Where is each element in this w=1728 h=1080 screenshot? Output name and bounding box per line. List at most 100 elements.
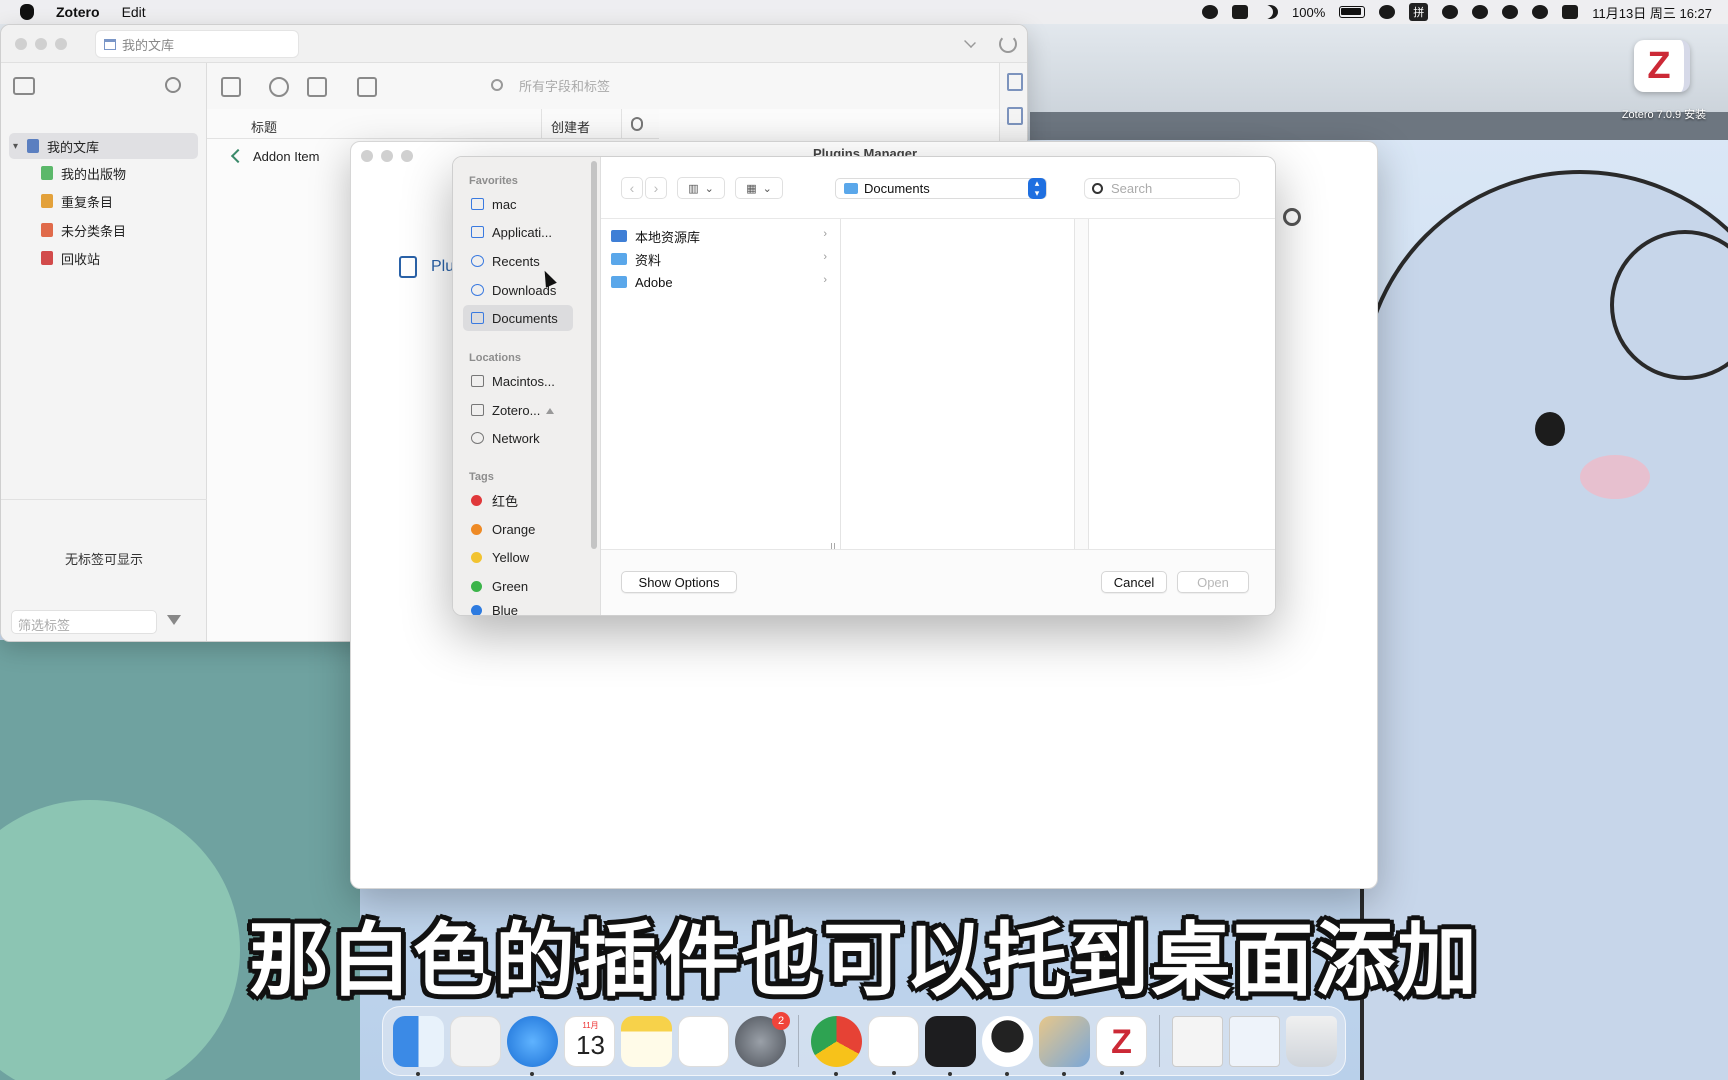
clock-icon bbox=[471, 255, 484, 267]
items-search-input[interactable]: 所有字段和标签 bbox=[479, 71, 659, 99]
chevron-down-icon: ⌄ bbox=[704, 182, 714, 195]
safari-icon[interactable] bbox=[507, 1015, 558, 1076]
wifi-icon[interactable] bbox=[1379, 5, 1396, 19]
collection-search-icon[interactable] bbox=[165, 77, 181, 93]
focus-moon-icon[interactable] bbox=[1262, 5, 1278, 19]
sidebar-item-label: Recents bbox=[492, 253, 540, 269]
tag-selector-divider[interactable] bbox=[1, 499, 207, 500]
close-window-button[interactable] bbox=[15, 38, 27, 50]
qq-icon[interactable] bbox=[982, 1015, 1033, 1076]
column-title[interactable]: 标题 bbox=[251, 117, 277, 136]
list-item[interactable]: 资料 › bbox=[611, 248, 827, 270]
list-item[interactable]: Adobe › bbox=[611, 271, 827, 293]
photos-icon[interactable] bbox=[868, 1015, 919, 1075]
sidebar-tag-orange[interactable]: Orange bbox=[463, 516, 573, 542]
preview-icon[interactable] bbox=[1039, 1015, 1090, 1076]
new-item-icon[interactable] bbox=[221, 77, 241, 97]
spotlight-search-icon[interactable] bbox=[1442, 5, 1459, 19]
launchpad-icon[interactable] bbox=[450, 1015, 501, 1067]
open-button[interactable]: Open bbox=[1177, 571, 1249, 593]
view-mode-button[interactable]: ▥ ⌄ bbox=[677, 177, 725, 199]
qq-status-icon[interactable] bbox=[1202, 5, 1219, 19]
menubar-clock[interactable]: 11月13日 周三 16:27 bbox=[1592, 3, 1712, 22]
list-item[interactable]: 本地资源库 › bbox=[611, 225, 827, 247]
running-indicator bbox=[948, 1071, 952, 1076]
sidebar-item-downloads[interactable]: Downloads bbox=[463, 277, 573, 303]
tag-filter-input[interactable]: 筛选标签 bbox=[11, 610, 157, 634]
sidebar-scrollbar[interactable] bbox=[591, 161, 597, 549]
abstract-pane-icon[interactable] bbox=[1007, 107, 1023, 125]
pause-status-icon[interactable] bbox=[1502, 5, 1519, 19]
finder-icon[interactable] bbox=[393, 1015, 444, 1076]
pen-status-icon[interactable] bbox=[1472, 5, 1489, 19]
menu-edit[interactable]: Edit bbox=[122, 4, 146, 20]
window-thumb-icon[interactable] bbox=[1229, 1015, 1280, 1067]
location-popup[interactable]: Documents ▴ ▾ bbox=[835, 178, 1047, 199]
column-creator[interactable]: 创建者 bbox=[551, 117, 590, 136]
running-indicator bbox=[1005, 1071, 1009, 1076]
tree-item-duplicates[interactable]: 重复条目 bbox=[9, 188, 198, 214]
forward-button[interactable]: › bbox=[645, 177, 667, 199]
sync-icon[interactable] bbox=[999, 35, 1017, 53]
minimize-window-button[interactable] bbox=[35, 38, 47, 50]
calendar-icon[interactable]: 11月 13 bbox=[564, 1015, 615, 1067]
library-tab[interactable]: 我的文库 bbox=[95, 30, 299, 58]
tag-filter-funnel-icon[interactable] bbox=[167, 615, 181, 629]
sidebar-item-documents[interactable]: Documents bbox=[463, 305, 573, 331]
settings-icon[interactable]: 2 bbox=[735, 1011, 790, 1067]
chrome-icon[interactable] bbox=[811, 1015, 862, 1076]
sidebar-item-zotero-volume[interactable]: Zotero... bbox=[463, 397, 573, 423]
column-separator[interactable] bbox=[541, 109, 542, 139]
menu-app-name[interactable]: Zotero bbox=[56, 4, 100, 20]
reminders-icon[interactable] bbox=[678, 1015, 729, 1067]
items-toolbar: 所有字段和标签 bbox=[207, 63, 999, 109]
record-status-icon[interactable] bbox=[1532, 5, 1549, 19]
sidebar-item-network[interactable]: Network bbox=[463, 425, 573, 451]
apple-menu-icon[interactable] bbox=[20, 4, 34, 20]
sidebar-item-recents[interactable]: Recents bbox=[463, 248, 573, 274]
info-pane-icon[interactable] bbox=[1007, 73, 1023, 91]
new-collection-icon[interactable] bbox=[13, 77, 35, 95]
sidebar-item-macintosh[interactable]: Macintos... bbox=[463, 368, 573, 394]
input-method-icon[interactable]: 拼 bbox=[1409, 3, 1429, 21]
tabs-menu-chevron-icon[interactable] bbox=[964, 36, 976, 48]
chevron-down-icon[interactable]: ▾ bbox=[13, 141, 23, 152]
new-note-icon[interactable] bbox=[357, 77, 377, 97]
notes-icon[interactable] bbox=[621, 1015, 672, 1067]
sidebar-item-applications[interactable]: Applicati... bbox=[463, 219, 573, 245]
sidebar-item-mac[interactable]: mac bbox=[463, 191, 573, 217]
show-options-button[interactable]: Show Options bbox=[621, 571, 737, 593]
sidebar-tag-red[interactable]: 红色 bbox=[463, 487, 573, 513]
tree-item-trash[interactable]: 回收站 bbox=[9, 245, 198, 271]
eject-icon[interactable] bbox=[546, 406, 555, 414]
recorder-icon[interactable] bbox=[925, 1015, 976, 1076]
cloud-status-icon[interactable] bbox=[1232, 5, 1249, 19]
column-separator[interactable] bbox=[621, 109, 622, 139]
menu-bar: Zotero Edit 100% 拼 11月13日 周三 16:27 bbox=[0, 0, 1728, 24]
tree-item-unfiled[interactable]: 未分类条目 bbox=[9, 217, 198, 243]
cancel-button[interactable]: Cancel bbox=[1101, 571, 1167, 593]
tree-item-my-publications[interactable]: 我的出版物 bbox=[9, 160, 198, 186]
zotero-installer-label[interactable]: Zotero 7.0.9 安装 bbox=[1608, 106, 1720, 122]
sidebar-tag-green[interactable]: Green bbox=[463, 573, 573, 599]
gear-icon[interactable] bbox=[1283, 208, 1301, 226]
add-by-identifier-wand-icon[interactable] bbox=[269, 77, 289, 97]
group-by-button[interactable]: ▦ ⌄ bbox=[735, 177, 783, 199]
battery-icon[interactable] bbox=[1339, 6, 1366, 18]
zoom-window-button[interactable] bbox=[55, 38, 67, 50]
doc-thumb-icon[interactable] bbox=[1172, 1015, 1223, 1067]
zotero-installer-icon[interactable]: Z bbox=[1634, 40, 1690, 92]
trash-icon[interactable] bbox=[1286, 1015, 1337, 1067]
search-icon bbox=[491, 79, 503, 91]
plugins-heading: Plu bbox=[431, 258, 455, 275]
sidebar-tag-blue[interactable]: Blue bbox=[463, 601, 573, 615]
panel-search-input[interactable]: Search bbox=[1084, 178, 1240, 199]
new-attachment-icon[interactable] bbox=[307, 77, 327, 97]
control-center-icon[interactable] bbox=[1562, 5, 1579, 19]
back-button[interactable]: ‹ bbox=[621, 177, 643, 199]
browser-column-divider[interactable] bbox=[1075, 219, 1089, 549]
zotero-icon[interactable]: Z bbox=[1096, 1015, 1147, 1075]
sidebar-tag-yellow[interactable]: Yellow bbox=[463, 544, 573, 570]
attachment-paperclip-icon[interactable] bbox=[631, 117, 643, 131]
tree-item-my-library[interactable]: ▾ 我的文库 bbox=[9, 133, 198, 159]
